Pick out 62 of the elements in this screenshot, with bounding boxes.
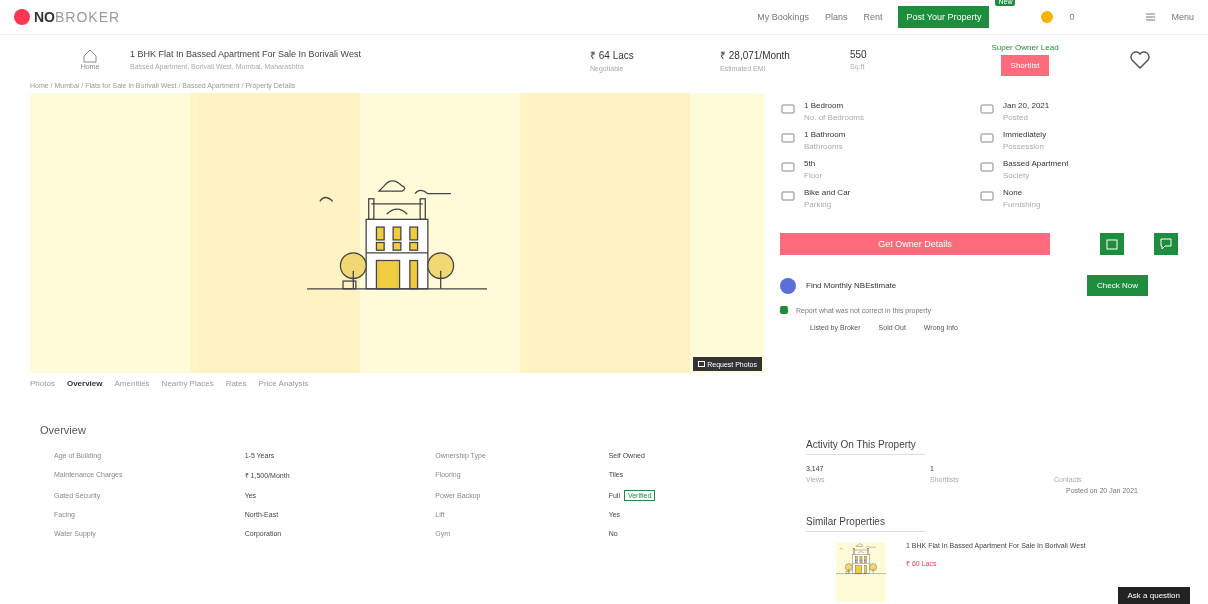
detail-label: Parking (804, 200, 833, 209)
header-link[interactable]: Rent (863, 12, 883, 22)
owner-details-button[interactable]: Get Owner Details (780, 233, 1050, 255)
calendar-button[interactable] (1100, 233, 1124, 255)
detail-value: 1 Bedroom (804, 101, 845, 110)
detail-icon (780, 188, 796, 204)
chat-icon (1160, 238, 1172, 250)
logo-icon (14, 9, 30, 25)
estimate-icon (780, 277, 796, 294)
detail-label: No. of Bedrooms (804, 113, 865, 122)
section-tab[interactable]: Nearby Places (161, 379, 214, 388)
house-icon (83, 49, 97, 63)
menu-icon[interactable] (1146, 13, 1156, 21)
shortlist-button[interactable]: Shortlist (1000, 55, 1050, 76)
detail-label: Furnishing (1003, 200, 1041, 209)
header-link[interactable]: My Bookings (757, 12, 809, 22)
detail-label: Floor (804, 171, 823, 180)
menu-button[interactable]: Menu (1171, 12, 1194, 22)
detail-icon (979, 130, 995, 146)
section-tab[interactable]: Amenities (114, 379, 150, 388)
coin-icon[interactable] (1041, 11, 1054, 23)
report-icon (780, 306, 788, 314)
detail-value: Immediately (1003, 130, 1047, 139)
logo-text[interactable]: NOBROKER (34, 9, 121, 25)
detail-value: 1 Bathroom (804, 130, 846, 139)
similar-title: Similar Properties (806, 516, 926, 532)
stat-value: ₹ 28,071/Month (720, 48, 791, 62)
activity-title: Activity On This Property (806, 439, 926, 455)
heart-icon[interactable] (1130, 50, 1150, 69)
detail-label: Society (1003, 171, 1031, 180)
section-tab[interactable]: Price Analysis (258, 379, 309, 388)
detail-label: Posted (1003, 113, 1029, 122)
overview-title: Overview (40, 424, 87, 436)
owner-note: Super Owner Lead (991, 43, 1059, 52)
coin-count: 0 (1069, 12, 1075, 22)
building-drawing (836, 542, 886, 575)
detail-icon (979, 188, 995, 204)
property-thumbnail[interactable] (836, 542, 886, 602)
detail-icon (780, 159, 796, 175)
estimate-text: Find Monthly NBEstimate (806, 281, 898, 290)
section-tab[interactable]: Overview (66, 379, 103, 388)
detail-icon (979, 159, 995, 175)
stat-value: ₹ 64 Lacs (590, 48, 635, 62)
section-tab[interactable]: Rates (225, 379, 247, 388)
detail-value: Jan 20, 2021 (1003, 101, 1050, 110)
detail-icon (979, 101, 995, 117)
section-tab[interactable]: Photos (30, 379, 55, 388)
property-title: 1 BHK Flat In Bassed Apartment For Sale In Borivali West (130, 49, 362, 59)
detail-value: None (1003, 188, 1024, 197)
chat-button[interactable] (1154, 233, 1178, 255)
detail-label: Bathrooms (804, 142, 844, 151)
detail-value: 5th (804, 159, 817, 168)
check-now-button[interactable]: Check Now (1087, 275, 1148, 296)
stat-value: 550 (850, 49, 868, 60)
camera-icon (698, 360, 706, 367)
detail-icon (780, 130, 796, 146)
ask-question-button[interactable]: Ask a question (1117, 587, 1190, 604)
detail-value: Bike and Car (804, 188, 851, 197)
detail-label: Possession (1003, 142, 1045, 151)
detail-icon (780, 101, 796, 117)
detail-value: Bassed Apartment (1003, 159, 1069, 168)
header-link[interactable]: Plans (824, 12, 848, 22)
